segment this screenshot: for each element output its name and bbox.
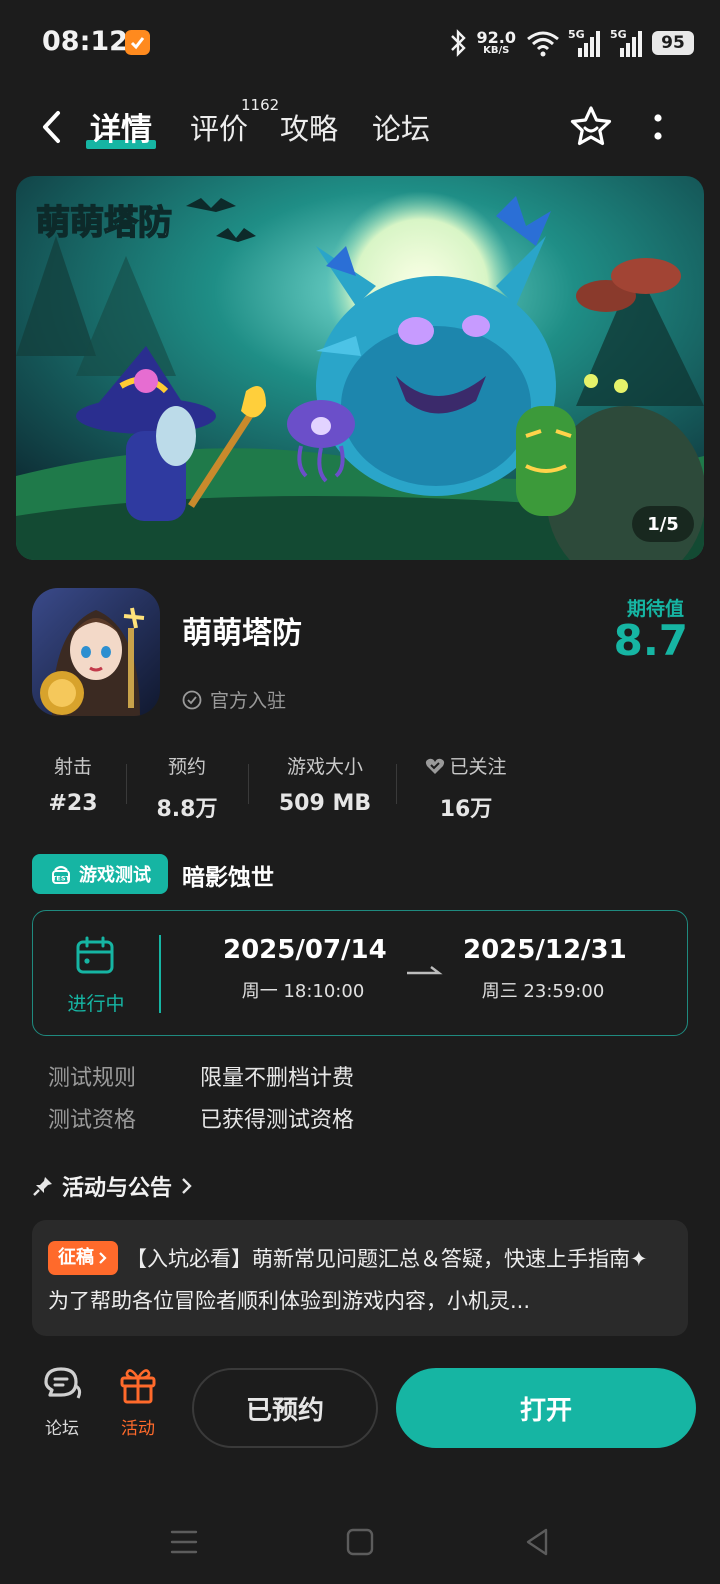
signal-icon-1: 5G: [568, 28, 602, 58]
test-name: 暗影蚀世: [182, 865, 274, 891]
tab-forum[interactable]: 论坛: [372, 106, 430, 148]
divider: [159, 935, 161, 1013]
banner-artwork: 萌萌塔防: [16, 176, 704, 560]
recent-apps-icon[interactable]: [164, 1522, 204, 1562]
notification-app-icon: [125, 30, 150, 55]
game-banner-carousel[interactable]: 萌萌塔防 1/5: [16, 176, 704, 560]
test-rule-row: 测试规则 限量不删档计费: [48, 1066, 355, 1091]
bluetooth-icon: [450, 29, 466, 57]
game-title: 萌萌塔防: [182, 616, 302, 651]
svg-text:萌萌塔防: 萌萌塔防: [36, 203, 172, 243]
announcement-text: 【入坑必看】萌新常见问题汇总＆答疑，快速上手指南✦ 为了帮助各位冒险者顺利体验到…: [48, 1247, 648, 1313]
status-icons: 92.0 KB/S 5G 5G 95: [447, 26, 694, 60]
game-test-badge: TEST 游戏测试: [32, 854, 168, 894]
game-stats-row: 射击 #23 预约 8.8万 游戏大小 509 MB 已关注 16万: [0, 752, 720, 822]
signal-icon-2: 5G: [610, 28, 644, 58]
clock: 08:12: [42, 26, 128, 57]
official-badge: 官方入驻: [182, 686, 286, 713]
tab-review[interactable]: 评价: [190, 106, 248, 148]
announcements-header[interactable]: 活动与公告: [32, 1170, 194, 1202]
network-speed: 92.0 KB/S: [476, 28, 516, 56]
test-qualification-row: 测试资格 已获得测试资格: [48, 1108, 355, 1133]
chevron-right-icon: [99, 1252, 107, 1264]
forum-shortcut[interactable]: 论坛: [38, 1364, 86, 1439]
test-start: 2025/07/14 周一 18:10:00: [223, 935, 387, 1002]
tab-detail[interactable]: 详情: [90, 104, 152, 149]
divider: [396, 764, 397, 804]
review-count-badge: 1162: [241, 96, 280, 114]
open-game-button[interactable]: 打开: [396, 1368, 696, 1448]
calendar-icon: [76, 936, 114, 974]
tab-guide[interactable]: 攻略: [280, 106, 338, 148]
reserved-button[interactable]: 已预约: [192, 1368, 378, 1448]
activity-shortcut[interactable]: 活动: [114, 1364, 162, 1439]
test-icon: TEST: [52, 865, 71, 884]
battery-indicator: 95: [652, 31, 694, 55]
test-schedule-card: 进行中 2025/07/14 周一 18:10:00 2025/12/31 周三…: [32, 910, 688, 1036]
stat-followers[interactable]: 已关注 16万: [416, 752, 516, 823]
system-navigation-bar: [0, 1500, 720, 1584]
back-icon[interactable]: [38, 108, 68, 146]
stat-category[interactable]: 射击 #23: [40, 752, 106, 816]
more-options-icon[interactable]: [648, 112, 668, 142]
test-status: 进行中: [67, 993, 125, 1015]
divider: [248, 764, 249, 804]
expectation-score: 8.7: [613, 616, 688, 665]
divider: [126, 764, 127, 804]
official-label: 官方入驻: [210, 690, 287, 712]
verified-check-icon: [182, 690, 202, 709]
heart-icon: [426, 758, 445, 774]
bottom-action-bar: 论坛 活动 已预约 打开: [0, 1348, 720, 1458]
chevron-right-icon: [182, 1178, 192, 1194]
home-icon[interactable]: [340, 1522, 380, 1562]
announcement-card[interactable]: 征稿 【入坑必看】萌新常见问题汇总＆答疑，快速上手指南✦ 为了帮助各位冒险者顺利…: [32, 1220, 688, 1336]
back-nav-icon[interactable]: [518, 1522, 558, 1562]
svg-text:TEST: TEST: [52, 875, 71, 883]
arrow-right-icon: [407, 966, 443, 975]
favorite-star-icon[interactable]: [568, 104, 614, 150]
gift-icon: [120, 1369, 156, 1404]
forum-chat-icon: [44, 1367, 82, 1399]
top-nav: 详情 评价 1162 攻略 论坛: [0, 96, 720, 158]
stat-reservations: 预约 8.8万: [156, 756, 218, 822]
wifi-icon: [527, 31, 559, 57]
carousel-page-indicator: 1/5: [632, 506, 694, 542]
stat-game-size: 游戏大小 509 MB: [278, 756, 372, 816]
game-app-icon: [32, 588, 160, 716]
status-bar: 08:12 92.0 KB/S 5G 5G 95: [0, 0, 720, 86]
pin-icon: [33, 1177, 52, 1196]
test-end: 2025/12/31 周三 23:59:00: [463, 935, 627, 1002]
announcement-tag: 征稿: [48, 1241, 118, 1275]
